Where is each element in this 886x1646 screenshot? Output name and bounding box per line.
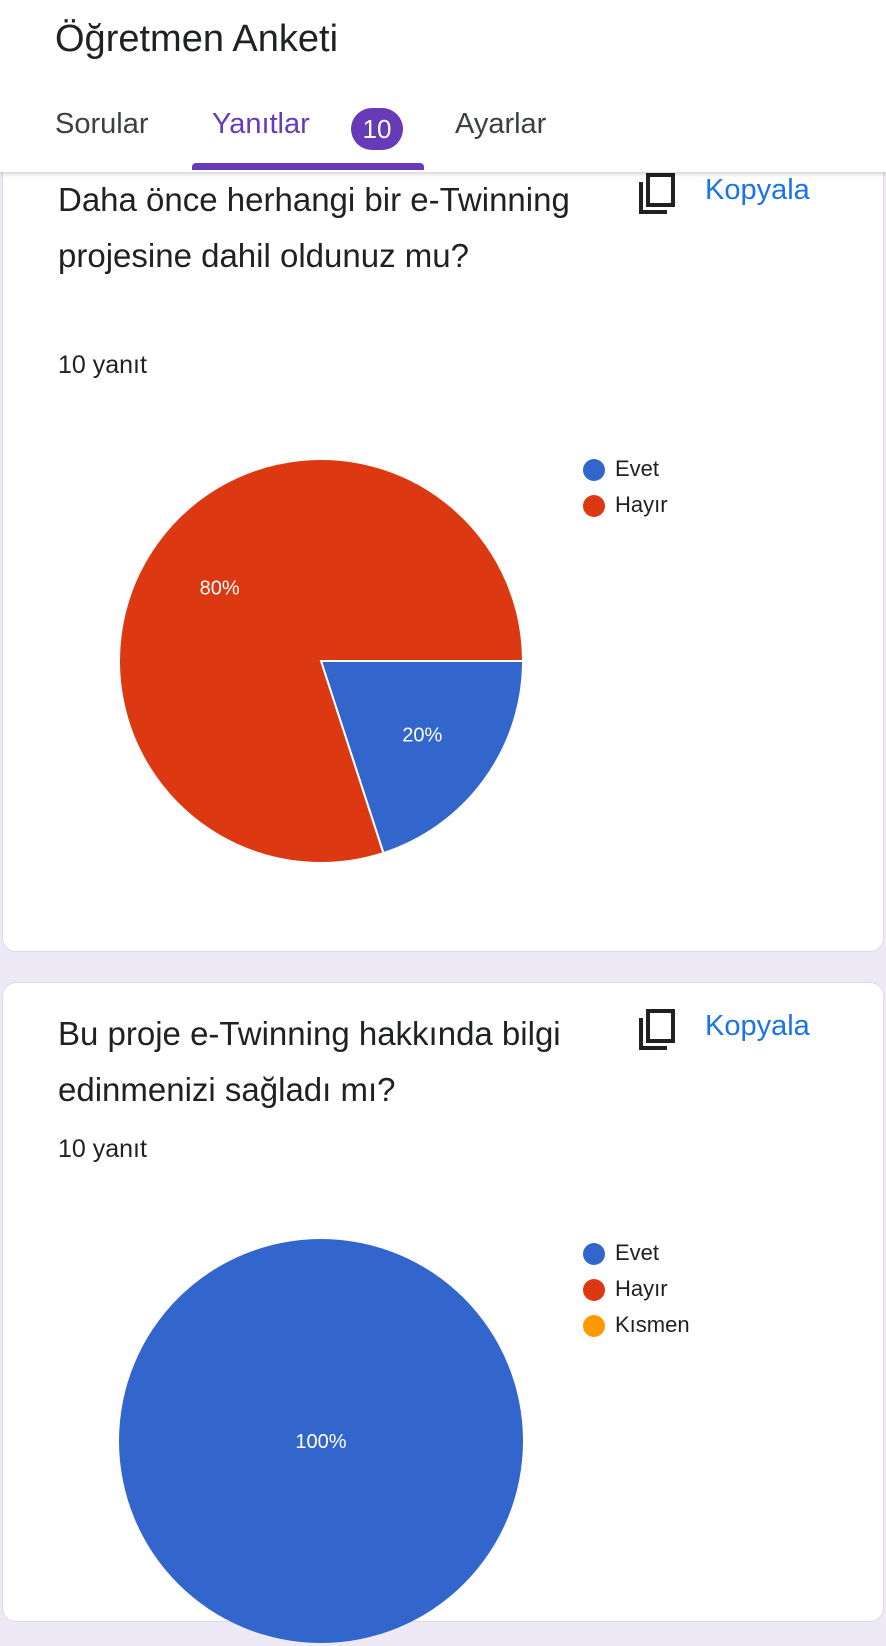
question-card-1: Daha önce herhangi bir e-Twinning projes… — [2, 150, 884, 952]
copy-button[interactable]: Kopyala — [637, 1004, 837, 1056]
copy-button[interactable]: Kopyala — [637, 168, 837, 220]
legend-label: Evet — [615, 1240, 660, 1265]
legend-swatch — [583, 495, 605, 517]
slice-label-evet: 100% — [295, 1431, 346, 1453]
form-title: Öğretmen Anketi — [55, 18, 339, 60]
tab-sorular[interactable]: Sorular — [55, 108, 149, 141]
copy-icon — [639, 1009, 675, 1050]
legend-label: Kısmen — [615, 1312, 690, 1337]
slice-label-hayr: 80% — [200, 577, 240, 599]
legend-swatch — [583, 1315, 605, 1337]
copy-label: Kopyala — [705, 1010, 810, 1042]
response-count: 10 yanıt — [58, 351, 147, 379]
legend-swatch — [583, 459, 605, 481]
question-title: Daha önce herhangi bir e-Twinning projes… — [58, 181, 570, 274]
legend-label: Hayır — [615, 1276, 668, 1301]
question-card-2: Bu proje e-Twinning hakkında bilgi edinm… — [2, 982, 884, 1643]
pie-chart: 100% — [119, 1239, 523, 1643]
pie-chart: 20% 80% — [118, 458, 525, 864]
question-title: Bu proje e-Twinning hakkında bilgi edinm… — [58, 1015, 561, 1108]
copy-label: Kopyala — [705, 174, 810, 206]
tab-yanitlar[interactable]: Yanıtlar — [212, 108, 310, 141]
legend-swatch — [583, 1243, 605, 1265]
copy-icon — [639, 173, 675, 214]
app-bar: Öğretmen Anketi Sorular Yanıtlar 10 Ayar… — [0, 0, 886, 172]
response-count-badge: 10 — [351, 108, 403, 150]
tab-ayarlar[interactable]: Ayarlar — [455, 108, 546, 141]
legend-label: Evet — [615, 456, 660, 481]
active-tab-indicator — [192, 163, 424, 170]
slice-label-evet: 20% — [402, 725, 442, 747]
legend-label: Hayır — [615, 492, 668, 517]
legend-swatch — [583, 1279, 605, 1301]
response-count: 10 yanıt — [58, 1135, 147, 1163]
